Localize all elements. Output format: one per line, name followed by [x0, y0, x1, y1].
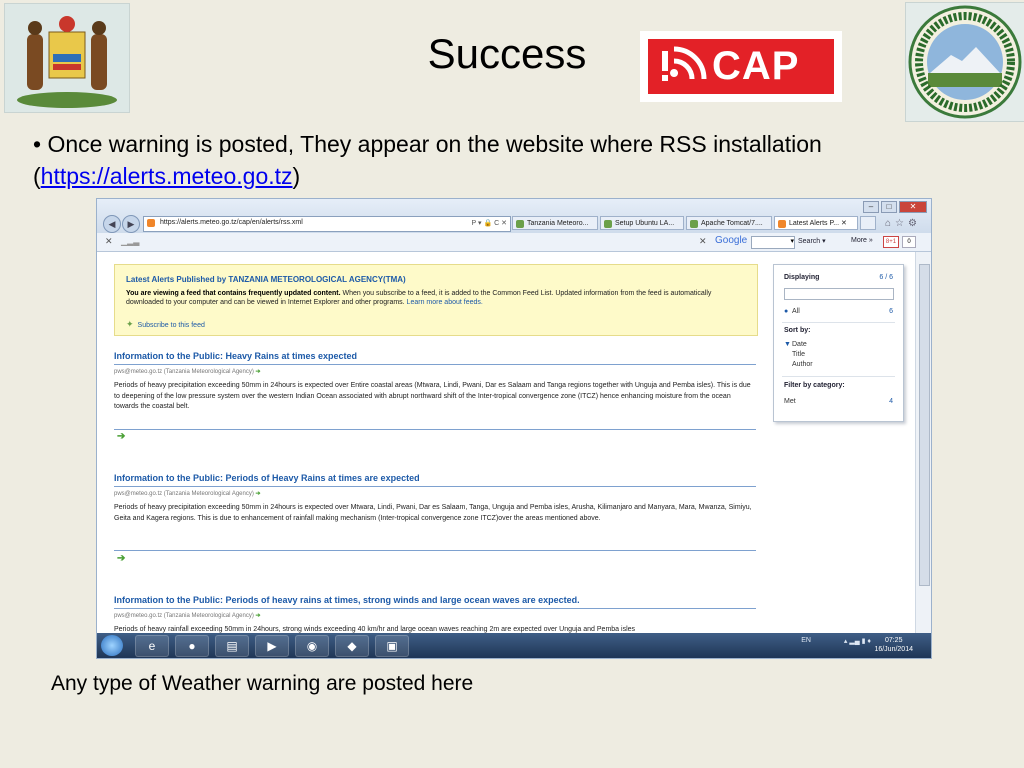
- page-icon: [516, 220, 524, 228]
- bullet-suffix: ): [292, 163, 301, 189]
- entry-title[interactable]: Information to the Public: Periods of he…: [114, 595, 756, 605]
- bullet-icon: ●: [784, 308, 789, 315]
- tab-apache-tomcat[interactable]: Apache Tomcat/7....: [686, 216, 772, 230]
- arrow-right-icon[interactable]: ➔: [117, 431, 125, 442]
- entry-divider: [114, 486, 756, 487]
- slide-title: Success: [427, 30, 587, 77]
- learn-more-link[interactable]: Learn more about feeds.: [405, 299, 483, 306]
- subscribe-link[interactable]: ✦ Subscribe to this feed: [126, 319, 205, 330]
- arrow-right-icon[interactable]: ➔: [256, 369, 261, 375]
- maximize-button[interactable]: □: [881, 201, 897, 213]
- browser-window: – □ ✕ ◀ ▶ https://alerts.meteo.go.tz/cap/e…: [96, 198, 932, 659]
- vertical-scrollbar[interactable]: [915, 252, 931, 633]
- arrow-right-icon[interactable]: ➔: [256, 613, 261, 619]
- filter-all-count: 6: [889, 308, 893, 315]
- entry-divider: [114, 429, 756, 430]
- media-player-icon[interactable]: ▶: [255, 635, 289, 657]
- system-tray-icons[interactable]: ▴ ▂▄ ▮ ♦: [844, 637, 871, 645]
- cap-logo-text: CAP: [712, 44, 800, 88]
- page-icon: [604, 220, 612, 228]
- entry-divider: [114, 608, 756, 609]
- google-plus-button[interactable]: 8+1: [883, 236, 899, 248]
- feed-filter-panel: Displaying 6 / 6 ● All 6 Sort by: ▼ Date…: [773, 264, 904, 422]
- subscribe-star-icon: ✦: [126, 319, 134, 329]
- sort-date[interactable]: Date: [792, 341, 807, 348]
- minimize-button[interactable]: –: [863, 201, 879, 213]
- page-icon: [690, 220, 698, 228]
- entry-title[interactable]: Information to the Public: Periods of He…: [114, 473, 756, 483]
- rss-icon: [778, 220, 786, 228]
- close-toolbar-icon[interactable]: ✕: [105, 236, 113, 247]
- entry-divider: [114, 550, 756, 551]
- tab-latest-alerts[interactable]: Latest Alerts P... ✕: [774, 216, 858, 230]
- google-count-badge: 0: [902, 236, 916, 248]
- window-controls: – □ ✕: [861, 201, 927, 213]
- network-app-icon[interactable]: ◆: [335, 635, 369, 657]
- category-met-count: 4: [889, 398, 893, 405]
- displaying-label: Displaying: [784, 274, 820, 281]
- sort-by-label: Sort by:: [784, 327, 811, 334]
- google-search-button[interactable]: Search ▾: [798, 237, 826, 245]
- tab-tanzania-meteo[interactable]: Tanzania Meteoro...: [512, 216, 598, 230]
- back-button[interactable]: ◀: [103, 215, 121, 233]
- slide-caption: Any type of Weather warning are posted h…: [51, 672, 474, 695]
- forward-button[interactable]: ▶: [122, 215, 140, 233]
- address-controls[interactable]: P ▾ 🔒 C ✕: [472, 219, 507, 227]
- google-logo: Google: [715, 235, 748, 246]
- displaying-count: 6 / 6: [879, 274, 893, 281]
- bullet-text: • Once warning is posted, They appear on…: [33, 128, 963, 192]
- filter-by-category-label: Filter by category:: [784, 382, 845, 389]
- cap-alert-icon: [658, 39, 708, 94]
- browser-toolbar: – □ ✕ ◀ ▶ https://alerts.meteo.go.tz/cap/e…: [97, 199, 931, 233]
- entry-body: Periods of heavy precipitation exceeding…: [114, 504, 752, 522]
- taskbar-clock[interactable]: 07:25 16/Jun/2014: [874, 636, 913, 654]
- clock-date: 16/Jun/2014: [874, 646, 913, 653]
- address-url: https://alerts.meteo.go.tz/cap/en/alerts…: [160, 219, 303, 226]
- home-favorites-tools-icons[interactable]: ⌂☆⚙: [885, 218, 921, 229]
- entry-meta: pws@meteo.go.tz (Tanzania Meteorological…: [114, 613, 261, 619]
- arrow-right-icon[interactable]: ➔: [117, 553, 125, 564]
- category-met[interactable]: Met: [784, 398, 796, 405]
- close-button[interactable]: ✕: [899, 201, 927, 213]
- filter-all[interactable]: All: [792, 308, 800, 315]
- feed-filter-input[interactable]: [784, 288, 894, 300]
- google-close-icon[interactable]: ✕: [699, 236, 707, 247]
- triangle-down-icon: ▼: [784, 341, 791, 348]
- language-indicator[interactable]: EN: [801, 637, 811, 644]
- scrollbar-thumb[interactable]: [919, 264, 930, 586]
- firefox-icon[interactable]: ●: [175, 635, 209, 657]
- start-button[interactable]: [101, 635, 123, 656]
- arrow-right-icon[interactable]: ➔: [256, 491, 261, 497]
- command-bar: ✕ ▁▂▃ ✕ Google ▾ Search ▾ More » 8+1 0: [97, 233, 931, 252]
- entry-body: Periods of heavy precipitation exceeding…: [114, 382, 751, 410]
- divider: [782, 322, 895, 323]
- feed-page: Latest Alerts Published by TANZANIA METE…: [97, 252, 915, 633]
- feed-banner-text: You are viewing a feed that contains fre…: [126, 290, 712, 306]
- windows-taskbar: e ● ▤ ▶ ◉ ◆ ▣ EN ▴ ▂▄ ▮ ♦ 07:25 16/Jun/2…: [97, 633, 931, 658]
- clock-time: 07:25: [884, 637, 903, 644]
- file-explorer-icon[interactable]: ▤: [215, 635, 249, 657]
- rss-icon: [147, 219, 155, 227]
- divider: [782, 376, 895, 377]
- entry-divider: [114, 364, 756, 365]
- entry-title[interactable]: Information to the Public: Heavy Rains a…: [114, 351, 756, 361]
- alerts-link[interactable]: https://alerts.meteo.go.tz: [41, 163, 293, 189]
- feed-banner-title: Latest Alerts Published by TANZANIA METE…: [126, 275, 406, 284]
- entry-body: Periods of heavy rainfall exceeding 50mm…: [114, 626, 636, 633]
- google-more-button[interactable]: More »: [851, 237, 873, 244]
- tab-setup-ubuntu[interactable]: Setup Ubuntu LA...: [600, 216, 684, 230]
- google-search-input[interactable]: ▾: [751, 236, 795, 249]
- sort-author[interactable]: Author: [792, 361, 813, 368]
- cap-logo: CAP: [640, 31, 842, 102]
- internet-explorer-icon[interactable]: e: [135, 635, 169, 657]
- address-bar[interactable]: https://alerts.meteo.go.tz/cap/en/alerts…: [143, 216, 511, 232]
- window-app-icon[interactable]: ▣: [375, 635, 409, 657]
- entry-meta: pws@meteo.go.tz (Tanzania Meteorological…: [114, 369, 261, 375]
- entry-meta: pws@meteo.go.tz (Tanzania Meteorological…: [114, 491, 261, 497]
- chrome-icon[interactable]: ◉: [295, 635, 329, 657]
- new-tab-button[interactable]: [860, 216, 876, 230]
- feed-banner: Latest Alerts Published by TANZANIA METE…: [114, 264, 758, 336]
- toolbar-bars-icon: ▁▂▃: [121, 237, 140, 246]
- sort-title[interactable]: Title: [792, 351, 805, 358]
